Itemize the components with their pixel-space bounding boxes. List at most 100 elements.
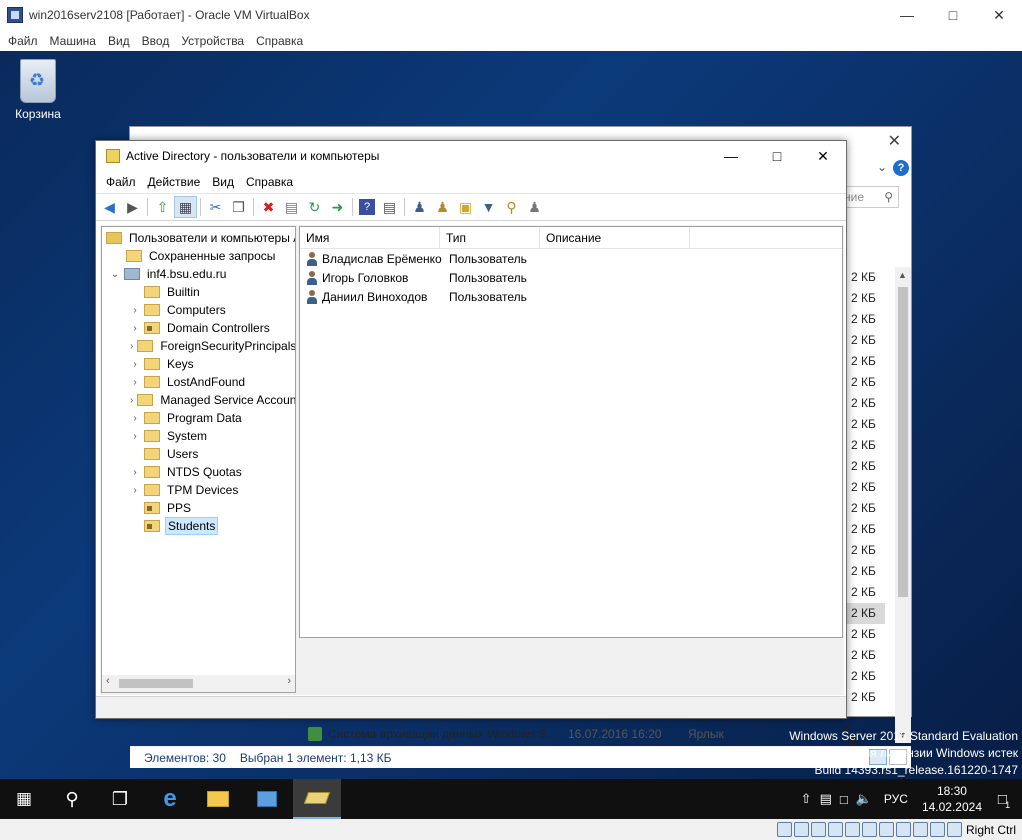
ad-menu-help[interactable]: Справка [240, 175, 299, 189]
expand-chevron-icon[interactable]: › [130, 323, 140, 334]
expand-chevron-icon[interactable]: › [130, 395, 133, 406]
filter-icon[interactable]: ▼ [477, 196, 500, 218]
explorer-close-button[interactable]: ✕ [888, 131, 901, 151]
new-ou-icon[interactable]: ▣ [454, 196, 477, 218]
ad-menu-action[interactable]: Действие [142, 175, 207, 189]
tree-item-managed-service-accounts[interactable]: › Managed Service Accounts [102, 391, 295, 409]
ad-menu-file[interactable]: Файл [100, 175, 142, 189]
usb-icon[interactable] [844, 822, 860, 837]
ad-close-button[interactable]: ✕ [800, 141, 846, 171]
host-menu-file[interactable]: Файл [2, 34, 44, 48]
show-hide-tree-icon[interactable]: ▦ [174, 196, 197, 218]
scroll-right-arrow-icon[interactable]: › [287, 675, 291, 687]
explorer-scroll-thumb[interactable] [898, 287, 908, 597]
tree-item-lost-and-found[interactable]: › LostAndFound [102, 373, 295, 391]
expand-chevron-icon[interactable]: › [130, 485, 140, 496]
expand-chevron-icon[interactable]: › [130, 341, 133, 352]
expand-chevron-icon[interactable]: › [130, 359, 140, 370]
task-view-button[interactable]: ❐ [96, 779, 144, 819]
file-explorer-button[interactable] [194, 779, 242, 819]
input-language-indicator[interactable]: РУС [884, 792, 908, 806]
ad-maximize-button[interactable]: □ [754, 141, 800, 171]
expand-chevron-icon[interactable]: › [130, 467, 140, 478]
ad-users-computers-window[interactable]: Active Directory - пользователи и компью… [95, 140, 847, 719]
expand-chevron-icon[interactable]: › [130, 431, 140, 442]
add-to-group-icon[interactable]: ♟ [523, 196, 546, 218]
host-maximize-button[interactable]: □ [930, 0, 976, 30]
server-manager-button[interactable] [243, 779, 291, 819]
table-row[interactable]: Владислав Ерёменко Пользователь [300, 249, 842, 268]
clock[interactable]: 18:30 14.02.2024 [922, 783, 982, 815]
expand-chevron-icon[interactable]: › [130, 377, 140, 388]
column-header-type[interactable]: Тип [440, 226, 540, 249]
explorer-help-icon[interactable]: ? [893, 160, 909, 176]
properties-icon[interactable]: ▤ [280, 196, 303, 218]
export-list-icon[interactable]: ➜ [326, 196, 349, 218]
explorer-vertical-scrollbar[interactable]: ▲ ▼ [895, 267, 911, 743]
virtualization-icon[interactable] [912, 822, 928, 837]
tree-item-foreign-security-principals[interactable]: › ForeignSecurityPrincipals [102, 337, 295, 355]
tree-item-keys[interactable]: › Keys [102, 355, 295, 373]
tree-item-domain[interactable]: ⌄ inf4.bsu.edu.ru [102, 265, 295, 283]
ad-users-computers-taskbar-button[interactable] [293, 779, 341, 819]
ad-minimize-button[interactable]: — [708, 141, 754, 171]
refresh-icon[interactable]: ↻ [303, 196, 326, 218]
tree-item-saved-queries[interactable]: Сохраненные запросы [102, 247, 295, 265]
start-button[interactable]: ▦ [0, 779, 48, 819]
host-menu-input[interactable]: Ввод [136, 34, 176, 48]
volume-icon[interactable]: 🔈 [856, 791, 872, 807]
cut-icon[interactable]: ✂ [204, 196, 227, 218]
host-close-button[interactable]: ✕ [976, 0, 1022, 30]
host-minimize-button[interactable]: — [884, 0, 930, 30]
copy-icon[interactable]: ❐ [227, 196, 250, 218]
explorer-ribbon-chevron-icon[interactable]: ⌄ [877, 160, 887, 174]
host-menu-help[interactable]: Справка [250, 34, 309, 48]
table-row[interactable]: Даниил Виноходов Пользователь [300, 287, 842, 306]
tree-item-computers[interactable]: › Computers [102, 301, 295, 319]
delete-icon[interactable]: ✖ [257, 196, 280, 218]
notifications-button[interactable]: □ 1 [992, 791, 1022, 810]
shared-folders-icon[interactable] [861, 822, 877, 837]
hard-disk-icon[interactable] [776, 822, 792, 837]
tree-item-program-data[interactable]: › Program Data [102, 409, 295, 427]
ad-menu-view[interactable]: Вид [206, 175, 240, 189]
network-adapter-icon[interactable] [827, 822, 843, 837]
internet-explorer-button[interactable]: e [146, 779, 194, 819]
tree-item-pps[interactable]: PPS [102, 499, 295, 517]
tree-item-domain-controllers[interactable]: › Domain Controllers [102, 319, 295, 337]
tree-item-tpm-devices[interactable]: › TPM Devices [102, 481, 295, 499]
network-icon[interactable]: ▤ [820, 791, 832, 807]
display-icon[interactable] [878, 822, 894, 837]
up-level-icon[interactable]: ⇧ [151, 196, 174, 218]
tray-chevron-icon[interactable]: ⇧ [801, 791, 812, 807]
mouse-integration-icon[interactable] [929, 822, 945, 837]
back-arrow-icon[interactable]: ◀ [98, 196, 121, 218]
column-header-name[interactable]: Имя [300, 226, 440, 249]
optical-drive-icon[interactable] [793, 822, 809, 837]
console-tree[interactable]: Пользователи и компьютеры Active Directo… [101, 226, 296, 693]
keyboard-capture-icon[interactable] [946, 822, 962, 837]
new-group-icon[interactable]: ♟ [431, 196, 454, 218]
tree-item-system[interactable]: › System [102, 427, 295, 445]
find-icon[interactable]: ⚲ [500, 196, 523, 218]
tree-scroll-thumb[interactable] [119, 679, 193, 688]
action-center-icon[interactable]: □ [840, 792, 848, 807]
tree-horizontal-scrollbar[interactable]: ‹ › [102, 675, 295, 692]
tree-item-users[interactable]: Users [102, 445, 295, 463]
tree-item-students[interactable]: Students [102, 517, 295, 535]
search-button[interactable]: ⚲ [48, 779, 96, 819]
new-user-icon[interactable]: ♟ [408, 196, 431, 218]
scroll-left-arrow-icon[interactable]: ‹ [106, 675, 110, 687]
audio-icon[interactable] [810, 822, 826, 837]
host-menu-machine[interactable]: Машина [44, 34, 102, 48]
video-capture-icon[interactable] [895, 822, 911, 837]
table-row[interactable]: Игорь Головков Пользователь [300, 268, 842, 287]
help-icon[interactable]: ? [359, 199, 375, 215]
recycle-bin-shortcut[interactable]: Корзина [10, 59, 66, 121]
expand-chevron-icon[interactable]: › [130, 413, 140, 424]
details-list[interactable]: Имя Тип Описание Владислав Ерёменко Поль… [299, 226, 843, 638]
action-pane-icon[interactable]: ▤ [378, 196, 401, 218]
tree-item-ntds-quotas[interactable]: › NTDS Quotas [102, 463, 295, 481]
column-header-description[interactable]: Описание [540, 226, 690, 249]
expand-chevron-icon[interactable]: › [130, 305, 140, 316]
